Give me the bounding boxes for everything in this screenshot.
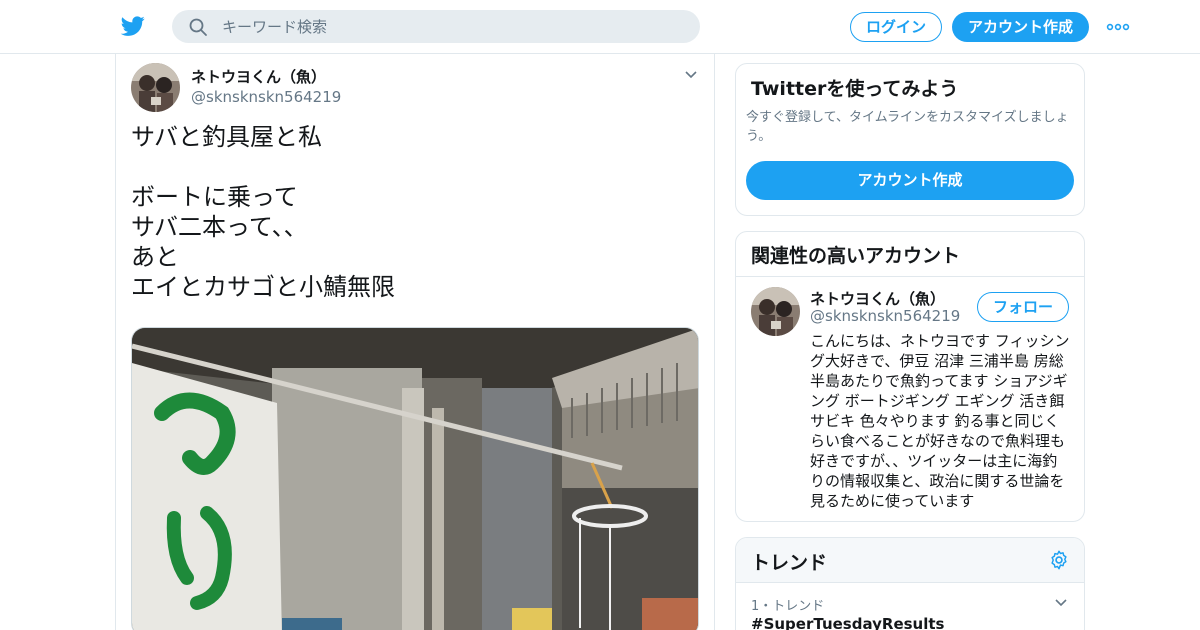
follow-button[interactable]: フォロー [977, 292, 1069, 322]
avatar[interactable] [751, 287, 800, 336]
tweet-photo-image [132, 328, 698, 630]
related-account-name[interactable]: ネトウヨくん（魚） [810, 288, 945, 309]
chevron-down-icon[interactable] [684, 68, 698, 82]
gear-icon[interactable] [1048, 549, 1070, 571]
avatar-image [131, 63, 180, 112]
related-account-bio: こんにちは、ネトウヨです フィッシング大好きで、伊豆 沼津 三浦半島 房総半島あ… [810, 332, 1070, 510]
divider [736, 276, 1084, 277]
tweet-author-name[interactable]: ネトウヨくん（魚） [191, 66, 326, 87]
related-accounts-card: 関連性の高いアカウント ネトウヨくん（魚） @sknsknskn564219 フ… [735, 231, 1085, 522]
trends-header: トレンド [736, 538, 1084, 583]
signup-card-button[interactable]: アカウント作成 [746, 161, 1074, 200]
tweet-text: サバと釣具屋と私 ボートに乗って サバ二本って、、 あと エイとカサゴと小鯖無限 [131, 123, 395, 301]
tweet-column: ネトウヨくん（魚） @sknsknskn564219 サバと釣具屋と私 ボートに… [115, 54, 715, 630]
tweet-author-handle[interactable]: @sknsknskn564219 [191, 88, 341, 106]
top-navigation-bar: ログイン アカウント作成 [0, 0, 1200, 54]
login-button[interactable]: ログイン [850, 12, 942, 42]
trends-card: トレンド 1・トレンド #SuperTuesdayResults [735, 537, 1085, 630]
signup-card-description: 今すぐ登録して、タイムラインをカスタマイズしましょう。 [746, 110, 1069, 144]
signup-button[interactable]: アカウント作成 [952, 12, 1089, 42]
search-icon [189, 18, 207, 36]
trend-meta: 1・トレンド [751, 599, 825, 614]
twitter-bird-icon[interactable] [120, 14, 146, 38]
more-dots-icon[interactable] [1106, 17, 1130, 37]
related-account-handle[interactable]: @sknsknskn564219 [810, 307, 960, 325]
signup-card-title: Twitterを使ってみよう [751, 78, 959, 100]
chevron-down-icon[interactable] [1054, 596, 1068, 610]
related-accounts-title: 関連性の高いアカウント [751, 245, 961, 267]
search-input[interactable] [222, 10, 682, 43]
trends-title: トレンド [751, 552, 828, 574]
trend-name[interactable]: #SuperTuesdayResults [751, 615, 944, 630]
avatar-image [751, 287, 800, 336]
signup-card: Twitterを使ってみよう 今すぐ登録して、タイムラインをカスタマイズしましょ… [735, 63, 1085, 216]
avatar[interactable] [131, 63, 180, 112]
search-box[interactable] [172, 10, 700, 43]
tweet-media-photo[interactable] [131, 327, 699, 630]
